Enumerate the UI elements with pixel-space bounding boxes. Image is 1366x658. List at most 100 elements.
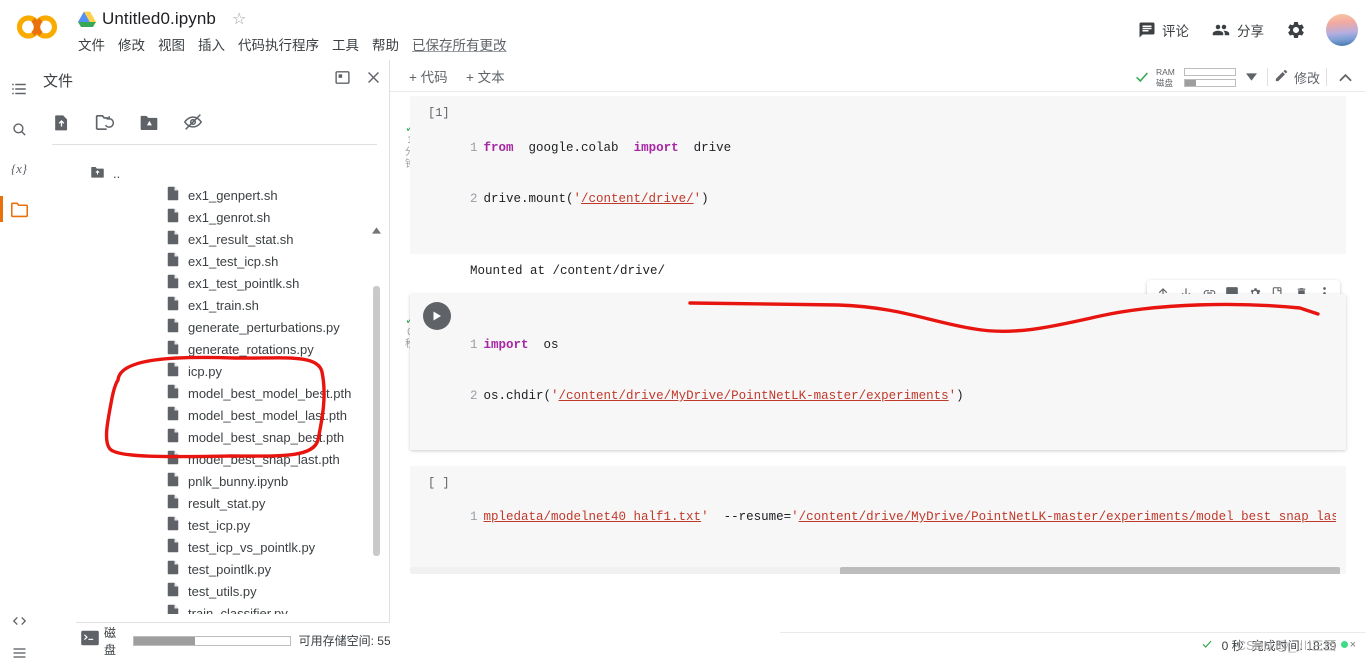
menu-item-view[interactable]: 视图 xyxy=(158,34,185,54)
add-code-cell-button[interactable]: + 代码 xyxy=(409,66,448,86)
close-icon[interactable] xyxy=(365,69,382,86)
cell-2-body: 1 import os 2 os.chdir('/content/drive/MyD… xyxy=(410,280,1346,450)
tree-row-label: generate_perturbations.py xyxy=(188,319,340,335)
file-icon xyxy=(166,318,180,336)
cell-3-code[interactable]: 1 mpledata/modelnet40_half1.txt' --resume… xyxy=(470,475,1336,560)
share-button[interactable]: 分享 xyxy=(1203,14,1272,46)
cell-2-code[interactable]: 1 import os 2 os.chdir('/content/drive/MyD… xyxy=(470,303,1336,439)
files-panel-toolbar xyxy=(52,106,382,138)
chevron-up-icon[interactable] xyxy=(1333,73,1358,82)
tree-row-file[interactable]: generate_perturbations.py xyxy=(38,316,390,338)
tree-row-file[interactable]: ex1_result_stat.sh xyxy=(38,228,390,250)
commands-icon[interactable] xyxy=(6,640,32,658)
star-icon[interactable]: ☆ xyxy=(232,9,246,29)
menu-item-runtime[interactable]: 代码执行程序 xyxy=(238,34,319,54)
tree-row-file[interactable]: train_classifier.py xyxy=(38,602,390,614)
notebook-title-row[interactable]: Untitled0.ipynb ☆ xyxy=(78,6,246,32)
tree-row-label: ex1_test_icp.sh xyxy=(188,253,279,269)
code-snippets-icon[interactable] xyxy=(6,608,32,634)
cell-list: ✓ 1 分 钟 [1] 1from google.colab import dr… xyxy=(390,92,1366,658)
tree-row-file[interactable]: test_icp_vs_pointlk.py xyxy=(38,536,390,558)
colab-logo[interactable] xyxy=(14,12,62,42)
tree-row-file[interactable]: model_best_model_best.pth xyxy=(38,382,390,404)
toc-icon[interactable] xyxy=(6,76,32,102)
tree-row-file[interactable]: result_stat.py xyxy=(38,492,390,514)
folder-up-icon xyxy=(90,165,105,182)
settings-button[interactable] xyxy=(1278,14,1314,46)
save-state-label[interactable]: 已保存所有更改 xyxy=(412,34,507,54)
tree-row-file[interactable]: ex1_test_icp.sh xyxy=(38,250,390,272)
file-tree-scrollbar[interactable] xyxy=(371,224,381,658)
chevron-down-icon[interactable] xyxy=(1242,73,1261,81)
watermark-text: CSDN @_ 川三西 xyxy=(1237,639,1337,653)
add-text-cell-button[interactable]: + 文本 xyxy=(466,66,505,86)
tree-row-file[interactable]: test_pointlk.py xyxy=(38,558,390,580)
tree-row-file[interactable]: ex1_test_pointlk.sh xyxy=(38,272,390,294)
upload-icon[interactable] xyxy=(52,113,71,132)
code-cell-3[interactable]: [ ] 1 mpledata/modelnet40_half1.txt' --re… xyxy=(410,466,1346,574)
edit-button[interactable]: 修改 xyxy=(1274,68,1320,87)
refresh-folder-icon[interactable] xyxy=(95,113,115,132)
tree-row-file[interactable]: icp.py xyxy=(38,360,390,382)
menu-item-insert[interactable]: 插入 xyxy=(198,34,225,54)
files-icon[interactable] xyxy=(6,196,32,222)
cell-2-editor[interactable]: 1 import os 2 os.chdir('/content/drive/MyD… xyxy=(410,294,1346,450)
tree-row-file[interactable]: ex1_genrot.sh xyxy=(38,206,390,228)
avatar[interactable] xyxy=(1326,14,1358,46)
tree-row-label: model_best_snap_last.pth xyxy=(188,451,340,467)
storage-meter xyxy=(133,635,291,646)
menu-bar: 文件 修改 视图 插入 代码执行程序 工具 帮助 已保存所有更改 xyxy=(78,34,507,54)
menu-item-tools[interactable]: 工具 xyxy=(332,34,359,54)
cell-1-editor[interactable]: [1] 1 from google.colab import drive 2 dri… xyxy=(410,96,1346,254)
tree-row-file[interactable]: ex1_genpert.sh xyxy=(38,184,390,206)
file-list: ex1_genpert.sh ex1_genrot.sh ex1_result_st… xyxy=(38,184,390,614)
file-icon xyxy=(166,472,180,490)
tree-row-file[interactable]: model_best_snap_best.pth xyxy=(38,426,390,448)
notebook-toolbar: + 代码 + 文本 RAM 磁盘 修改 xyxy=(390,60,1366,92)
tree-row-file[interactable]: model_best_model_last.pth xyxy=(38,404,390,426)
tree-row-file[interactable]: pnlk_bunny.ipynb xyxy=(38,470,390,492)
variables-icon[interactable]: {x} xyxy=(6,156,32,182)
file-icon xyxy=(166,384,180,402)
menu-item-help[interactable]: 帮助 xyxy=(372,34,399,54)
tree-row-file[interactable]: model_best_snap_last.pth xyxy=(38,448,390,470)
tree-row-file[interactable]: test_icp.py xyxy=(38,514,390,536)
ram-meter-row: RAM xyxy=(1156,67,1236,77)
scrollbar-thumb[interactable] xyxy=(373,286,380,556)
files-panel: 文件 .. ex1_genpert.sh ex1_genrot.sh ex1_r… xyxy=(38,60,428,658)
open-new-window-icon[interactable] xyxy=(334,69,351,86)
tree-row-parent[interactable]: .. xyxy=(38,162,390,184)
code-cell-2[interactable]: ✓ 0 秒 xyxy=(405,280,1346,450)
tree-row-file[interactable]: test_utils.py xyxy=(38,580,390,602)
mount-drive-icon[interactable] xyxy=(139,113,159,132)
cell-1-body: [1] 1 from google.colab import drive 2 dri… xyxy=(410,96,1346,284)
scroll-up-icon[interactable] xyxy=(371,224,381,236)
comment-button[interactable]: 评论 xyxy=(1130,14,1197,46)
file-icon xyxy=(166,362,180,380)
cell-3-hscroll-thumb[interactable] xyxy=(840,567,1340,574)
search-icon[interactable] xyxy=(6,116,32,142)
tree-row-label: icp.py xyxy=(188,363,222,379)
tree-row-file[interactable]: generate_rotations.py xyxy=(38,338,390,360)
page-title[interactable]: Untitled0.ipynb xyxy=(102,9,216,29)
run-cell-button[interactable] xyxy=(423,302,451,330)
tree-row-label: generate_rotations.py xyxy=(188,341,314,357)
notebook-area: + 代码 + 文本 RAM 磁盘 修改 [1] 1 from google.co… xyxy=(390,60,1366,658)
file-icon xyxy=(166,450,180,468)
tree-row-label: test_utils.py xyxy=(188,583,257,599)
resource-meters[interactable]: RAM 磁盘 xyxy=(1156,67,1236,88)
cell-1-exec-count: [1] xyxy=(428,106,450,120)
menu-item-edit[interactable]: 修改 xyxy=(118,34,145,54)
file-icon xyxy=(166,604,180,614)
people-icon xyxy=(1211,21,1231,39)
files-panel-title: 文件 xyxy=(43,73,74,90)
menu-item-file[interactable]: 文件 xyxy=(78,34,105,54)
code-cell-1[interactable]: ✓ 1 分 钟 [1] 1from google.colab import dr… xyxy=(405,96,1346,284)
hide-hidden-icon[interactable] xyxy=(183,113,203,131)
tree-row-file[interactable]: ex1_train.sh xyxy=(38,294,390,316)
file-icon xyxy=(166,582,180,600)
file-icon xyxy=(166,340,180,358)
cell-1-code[interactable]: 1 from google.colab import drive 2 drive.m… xyxy=(470,106,1336,242)
cell-3-editor[interactable]: [ ] 1 mpledata/modelnet40_half1.txt' --re… xyxy=(410,466,1346,574)
disk-meter xyxy=(1183,78,1236,87)
